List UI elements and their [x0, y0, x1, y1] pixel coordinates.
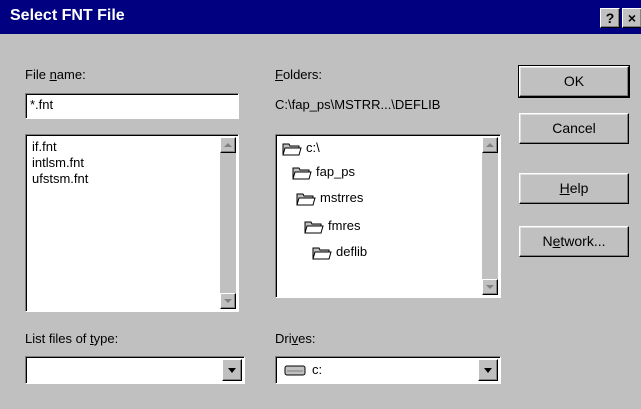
- folders-label: Folders:: [275, 67, 322, 82]
- open-folder-icon: [312, 247, 332, 260]
- list-item[interactable]: ufstsm.fnt: [32, 171, 88, 187]
- drives-select[interactable]: c:: [275, 356, 501, 384]
- help-button[interactable]: Help: [519, 173, 629, 204]
- chevron-down-icon: [484, 368, 492, 373]
- scroll-up-button[interactable]: [482, 137, 498, 153]
- scroll-up-icon: [224, 143, 232, 147]
- drives-label: Drives:: [275, 331, 316, 346]
- scroll-up-icon: [486, 143, 494, 147]
- folder-tree[interactable]: c:\ fap_ps mstrres fmres deflib: [275, 134, 501, 298]
- file-list[interactable]: if.fnt intlsm.fnt ufstsm.fnt: [25, 134, 239, 312]
- file-type-label: List files of type:: [25, 331, 119, 346]
- scroll-up-button[interactable]: [220, 137, 236, 153]
- folder-item[interactable]: c:\: [282, 137, 320, 159]
- scroll-down-icon: [224, 299, 232, 303]
- chevron-down-icon: [228, 368, 236, 373]
- folder-item[interactable]: fmres: [304, 215, 361, 237]
- file-name-input[interactable]: [26, 94, 238, 115]
- open-folder-icon: [282, 143, 302, 156]
- current-path: C:\fap_ps\MSTRR...\DEFLIB: [275, 97, 441, 112]
- cancel-button[interactable]: Cancel: [519, 113, 629, 144]
- list-item[interactable]: if.fnt: [32, 139, 57, 155]
- scroll-down-button[interactable]: [220, 293, 236, 309]
- help-title-button[interactable]: ?: [600, 8, 620, 28]
- file-name-input-box[interactable]: [25, 93, 239, 119]
- file-type-select[interactable]: [25, 356, 245, 384]
- open-folder-icon: [304, 221, 324, 234]
- folder-item[interactable]: mstrres: [296, 187, 363, 209]
- close-button[interactable]: ×: [622, 8, 641, 28]
- folder-tree-scrollbar[interactable]: [482, 137, 498, 295]
- open-folder-icon: [296, 193, 316, 206]
- window-title: Select FNT File: [10, 7, 125, 24]
- file-list-scrollbar[interactable]: [220, 137, 236, 309]
- drive-icon: [284, 365, 306, 376]
- drives-value: c:: [312, 362, 323, 377]
- scroll-down-button[interactable]: [482, 279, 498, 295]
- drives-dropdown-button[interactable]: [478, 359, 498, 381]
- ok-button[interactable]: OK: [518, 65, 630, 98]
- file-name-label: File name:: [25, 67, 86, 82]
- folder-item[interactable]: fap_ps: [292, 161, 355, 183]
- network-button[interactable]: Network...: [519, 226, 629, 257]
- file-type-dropdown-button[interactable]: [222, 359, 242, 381]
- folder-item-selected[interactable]: deflib: [312, 241, 367, 263]
- scroll-down-icon: [486, 285, 494, 289]
- list-item[interactable]: intlsm.fnt: [32, 155, 84, 171]
- title-bar: Select FNT File ? ×: [0, 0, 641, 34]
- open-folder-icon: [292, 167, 312, 180]
